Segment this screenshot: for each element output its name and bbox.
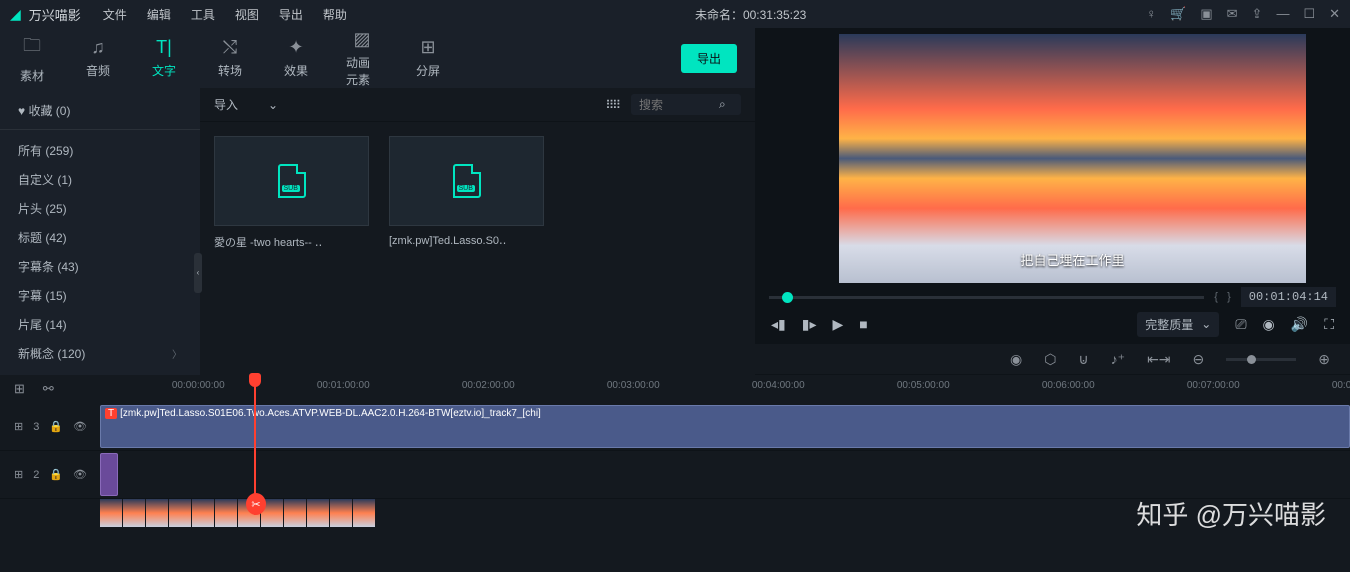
camera-icon[interactable]: ◉ bbox=[1263, 316, 1275, 333]
music-icon: ♫ bbox=[91, 37, 105, 58]
track-text: ⊞3🔒👁 T[zmk.pw]Ted.Lasso.S01E06.Two.Aces.… bbox=[0, 403, 1350, 451]
media-item[interactable]: [zmk.pw]Ted.Lasso.S0‥ bbox=[389, 136, 544, 403]
export-button[interactable]: 导出 bbox=[681, 44, 737, 73]
media-item[interactable]: 愛の星 -two hearts-- ‥ bbox=[214, 136, 369, 403]
add-track-icon[interactable]: ⊞ bbox=[14, 381, 25, 397]
fullscreen-icon[interactable]: ⛶ bbox=[1324, 316, 1334, 333]
snapshot-ext-icon[interactable]: ⎚ bbox=[1235, 316, 1246, 333]
zoom-slider[interactable] bbox=[1226, 358, 1296, 361]
grid-view-icon[interactable]: ⠿⠿ bbox=[605, 98, 619, 112]
stop-button[interactable]: ■ bbox=[859, 316, 867, 332]
app-name: 万兴喵影 bbox=[29, 5, 81, 24]
sidebar-item-subbar[interactable]: 字幕条 (43) bbox=[0, 252, 200, 281]
timecode-display: 00:01:04:14 bbox=[1241, 287, 1336, 307]
sidebar-collapse-handle[interactable]: ‹ bbox=[194, 253, 202, 293]
sidebar-item-concept[interactable]: 新概念 (120)〉 bbox=[0, 339, 200, 368]
video-thumbnails[interactable] bbox=[100, 499, 1350, 529]
save-icon[interactable]: ▣ bbox=[1200, 6, 1212, 22]
quality-dropdown[interactable]: 完整质量⌄ bbox=[1137, 312, 1219, 337]
lock-icon[interactable]: 🔒 bbox=[49, 468, 63, 481]
minimize-icon[interactable]: — bbox=[1276, 6, 1289, 22]
folder-icon: 🗀 bbox=[23, 33, 41, 63]
search-input[interactable] bbox=[639, 98, 719, 112]
menu-export[interactable]: 导出 bbox=[271, 2, 311, 27]
track-type-icon: ⊞ bbox=[14, 420, 23, 433]
sidebar-item-title[interactable]: 标题 (42) bbox=[0, 223, 200, 252]
audio-sync-icon[interactable]: ♪⁺ bbox=[1111, 351, 1125, 368]
prev-frame-button[interactable]: ◂▮ bbox=[771, 316, 786, 333]
fit-timeline-icon[interactable]: ⇤⇥ bbox=[1147, 351, 1170, 368]
menu-edit[interactable]: 编辑 bbox=[139, 2, 179, 27]
sidebar-favorites[interactable]: ♥ 收藏 (0) bbox=[0, 96, 200, 130]
zoom-in-icon[interactable]: ⊕ bbox=[1318, 351, 1330, 368]
transition-icon: ⤭ bbox=[223, 37, 237, 58]
visibility-icon[interactable]: 👁 bbox=[73, 468, 87, 481]
cut-marker[interactable]: ✂ bbox=[246, 493, 266, 515]
sidebar-item-custom[interactable]: 自定义 (1) bbox=[0, 165, 200, 194]
account-icon[interactable]: ♀ bbox=[1146, 6, 1156, 22]
mark-in-out-icon[interactable]: { } bbox=[1214, 291, 1231, 303]
tab-anim[interactable]: ▨动画元素 bbox=[338, 25, 386, 92]
close-icon[interactable]: ✕ bbox=[1329, 6, 1340, 22]
cart-icon[interactable]: 🛒 bbox=[1170, 6, 1186, 22]
tab-text[interactable]: T|文字 bbox=[140, 33, 188, 83]
sidebar-item-all[interactable]: 所有 (259) bbox=[0, 136, 200, 165]
tab-split[interactable]: ⊞分屏 bbox=[404, 33, 452, 83]
text-icon: T| bbox=[156, 37, 172, 58]
split-icon: ⊞ bbox=[420, 37, 435, 58]
import-dropdown[interactable]: 导入⌄ bbox=[214, 96, 278, 113]
zoom-handle[interactable] bbox=[1247, 355, 1256, 364]
subtitle-overlay: 把自己埋在工作里 bbox=[1020, 250, 1124, 269]
tab-media[interactable]: 🗀素材 bbox=[8, 29, 56, 88]
subtitle-file-icon bbox=[278, 164, 306, 198]
chevron-down-icon: ⌄ bbox=[1201, 317, 1211, 331]
link-icon[interactable]: ⚯ bbox=[43, 381, 54, 397]
menu-file[interactable]: 文件 bbox=[95, 2, 135, 27]
sidebar-item-outro[interactable]: 片尾 (14) bbox=[0, 310, 200, 339]
mic-icon[interactable]: ⇪ bbox=[1252, 6, 1263, 22]
volume-icon[interactable]: 🔊 bbox=[1291, 316, 1308, 333]
subtitle-file-icon bbox=[453, 164, 481, 198]
app-logo-icon: ◢ bbox=[10, 6, 21, 23]
menu-help[interactable]: 帮助 bbox=[315, 2, 355, 27]
seek-bar[interactable] bbox=[769, 296, 1204, 299]
effects-icon: ✦ bbox=[288, 37, 303, 58]
search-icon[interactable]: ⌕ bbox=[719, 97, 726, 112]
next-frame-button[interactable]: ▮▸ bbox=[802, 316, 817, 333]
sidebar-item-intro[interactable]: 片头 (25) bbox=[0, 194, 200, 223]
sidebar-item-subtitle[interactable]: 字幕 (15) bbox=[0, 281, 200, 310]
overlay-clip[interactable] bbox=[100, 453, 118, 496]
tab-effects[interactable]: ✦效果 bbox=[272, 33, 320, 83]
preview-video[interactable]: 把自己埋在工作里 bbox=[839, 34, 1306, 283]
chevron-down-icon: ⌄ bbox=[268, 98, 278, 112]
maximize-icon[interactable]: ☐ bbox=[1303, 6, 1315, 22]
track-type-icon: ⊞ bbox=[14, 468, 23, 481]
anim-icon: ▨ bbox=[353, 29, 370, 50]
menu-tools[interactable]: 工具 bbox=[183, 2, 223, 27]
shield-icon[interactable]: ⬡ bbox=[1044, 351, 1056, 368]
track-overlay: ⊞2🔒👁 bbox=[0, 451, 1350, 499]
lock-icon[interactable]: 🔒 bbox=[49, 420, 63, 433]
zoom-out-icon[interactable]: ⊖ bbox=[1193, 351, 1205, 368]
subtitle-clip[interactable]: T[zmk.pw]Ted.Lasso.S01E06.Two.Aces.ATVP.… bbox=[100, 405, 1350, 448]
tab-audio[interactable]: ♫音频 bbox=[74, 33, 122, 83]
seek-handle[interactable] bbox=[782, 292, 793, 303]
search-box[interactable]: ⌕ bbox=[631, 94, 741, 115]
voiceover-icon[interactable]: ⊍ bbox=[1078, 351, 1088, 368]
visibility-icon[interactable]: 👁 bbox=[73, 420, 87, 433]
mail-icon[interactable]: ✉ bbox=[1227, 6, 1238, 22]
chevron-right-icon: 〉 bbox=[172, 346, 182, 361]
play-button[interactable]: ▶ bbox=[832, 316, 843, 333]
render-icon[interactable]: ◉ bbox=[1010, 351, 1022, 368]
tab-transition[interactable]: ⤭转场 bbox=[206, 33, 254, 83]
menu-view[interactable]: 视图 bbox=[227, 2, 267, 27]
project-title: 未命名：00:31:35:23 bbox=[359, 6, 1143, 23]
